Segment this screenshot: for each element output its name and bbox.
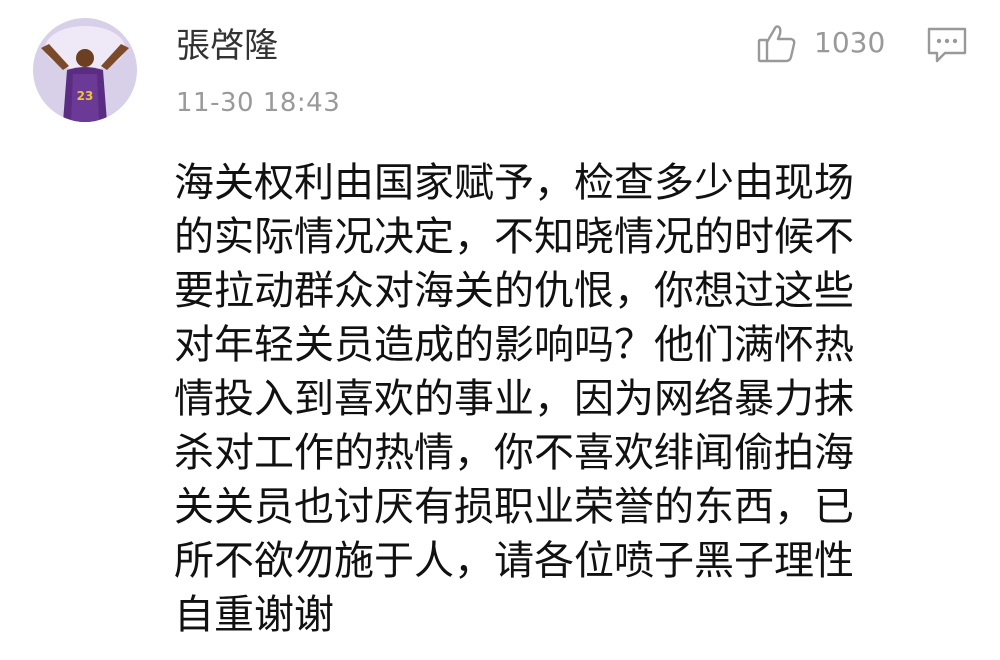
reply-button[interactable]	[925, 25, 969, 65]
comment-line: 关关员也讨厌有损职业荣誉的东西，已	[174, 484, 854, 530]
comment-line: 所不欲勿施于人，请各位喷子黑子理性	[174, 538, 854, 584]
comment-line: 要拉动群众对海关的仇恨，你想过这些	[174, 268, 854, 314]
comment-line: 海关权利由国家赋予，检查多少由现场	[174, 160, 854, 206]
avatar-image: 23	[33, 18, 137, 122]
comment-card: 23 張啓隆 11-30 18:43 1030 海关权利由国家赋予，检查多少由现…	[0, 0, 1000, 660]
comment-bubble-icon	[927, 27, 967, 63]
thumbs-up-icon	[757, 25, 796, 63]
timestamp: 11-30 18:43	[176, 88, 341, 118]
avatar-jersey-number: 23	[77, 89, 94, 103]
comment-line: 对年轻关员造成的影响吗？他们满怀热	[174, 322, 854, 368]
comment-line: 自重谢谢	[174, 592, 334, 638]
avatar[interactable]: 23	[33, 18, 137, 122]
comment-line: 情投入到喜欢的事业，因为网络暴力抹	[174, 376, 854, 422]
comment-line: 的实际情况决定，不知晓情况的时候不	[174, 214, 854, 260]
like-count: 1030	[814, 26, 886, 59]
comment-line: 杀对工作的热情，你不喜欢绯闻偷拍海	[174, 430, 854, 476]
username[interactable]: 張啓隆	[176, 24, 278, 68]
comment-body: 海关权利由国家赋予，检查多少由现场 的实际情况决定，不知晓情况的时候不 要拉动群…	[174, 156, 964, 642]
like-button[interactable]: 1030	[756, 20, 885, 66]
